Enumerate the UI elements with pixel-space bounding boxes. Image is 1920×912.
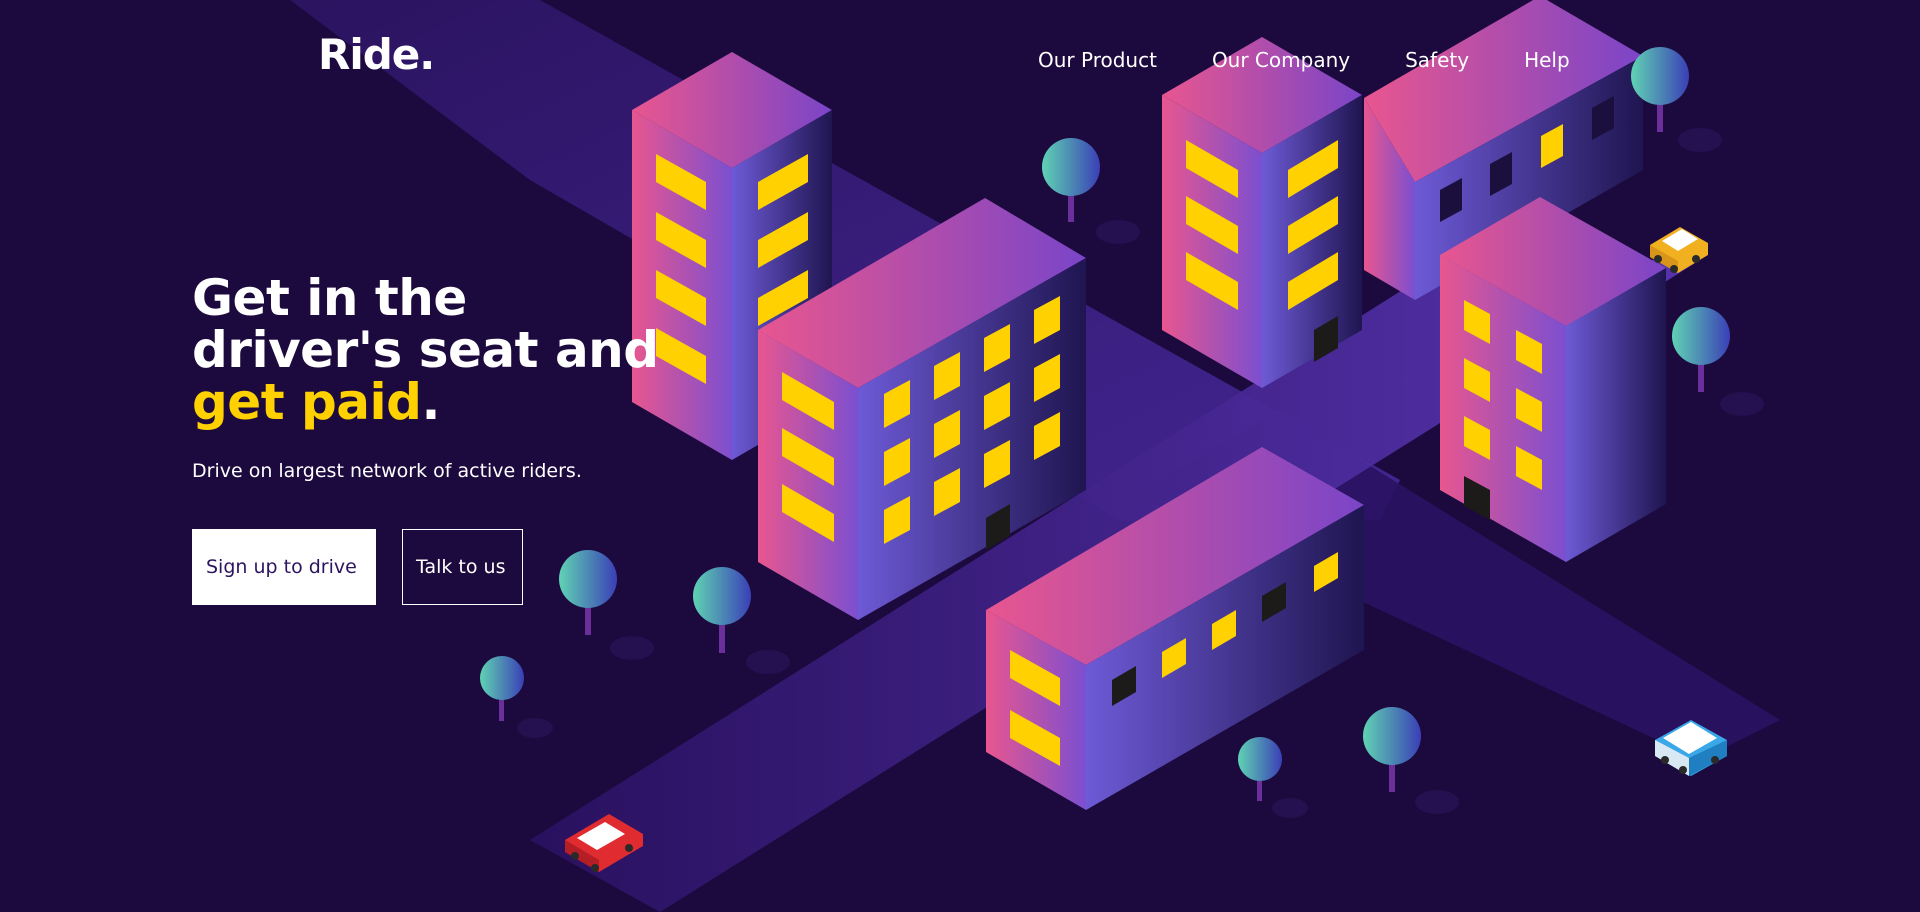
tree-icon (693, 567, 751, 653)
building-icon (1440, 197, 1666, 562)
sign-up-button[interactable]: Sign up to drive (192, 529, 376, 605)
nav-item-safety: Safety (1405, 48, 1469, 72)
nav-link-safety[interactable]: Safety (1405, 48, 1469, 72)
hero-section: Get in the driver's seat and get paid. D… (192, 272, 712, 482)
tree-icon (1042, 138, 1100, 222)
nav-link-help[interactable]: Help (1524, 48, 1570, 72)
main-nav: Our Product Our Company Safety Help (1038, 48, 1625, 72)
building-icon (1162, 37, 1362, 388)
tree-icon (1238, 737, 1282, 801)
nav-item-help: Help (1524, 48, 1570, 72)
hero-title-line1: Get in the (192, 269, 467, 327)
logo[interactable]: Ride. (318, 30, 435, 79)
tree-icon (480, 656, 524, 721)
tree-icon (559, 550, 617, 635)
tree-icon (1363, 707, 1421, 792)
nav-link-our-product[interactable]: Our Product (1038, 48, 1157, 72)
talk-to-us-button[interactable]: Talk to us (402, 529, 523, 605)
tree-icon (1672, 307, 1730, 392)
hero-title-period: . (421, 373, 440, 431)
hero-subtitle: Drive on largest network of active rider… (192, 460, 582, 482)
hero-title: Get in the driver's seat and get paid. (192, 272, 712, 428)
hero-title-highlight: get paid (192, 373, 422, 431)
nav-item-our-product: Our Product (1038, 48, 1157, 72)
hero-actions: Sign up to drive Talk to us (192, 529, 523, 605)
nav-item-our-company: Our Company (1212, 48, 1350, 72)
hero-title-line2: driver's seat and (192, 321, 659, 379)
nav-link-our-company[interactable]: Our Company (1212, 48, 1350, 72)
